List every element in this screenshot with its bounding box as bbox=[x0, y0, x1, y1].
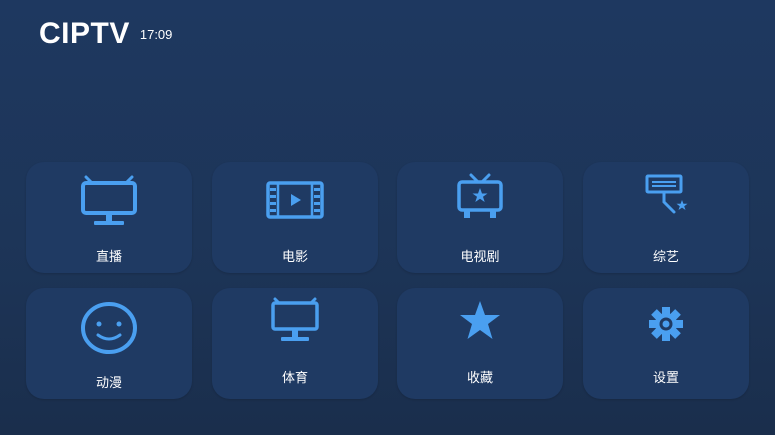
tile-label: 电视剧 bbox=[460, 250, 500, 265]
gear-icon bbox=[583, 306, 749, 342]
tile-label: 动漫 bbox=[95, 376, 122, 391]
app-title: CIPTV bbox=[39, 17, 130, 50]
header: CIPTV 17:09 bbox=[39, 14, 172, 49]
monitor-icon bbox=[212, 297, 378, 345]
clock: 17:09 bbox=[139, 27, 173, 42]
tile-label: 收藏 bbox=[466, 371, 493, 386]
tile-sports[interactable]: 体育 bbox=[212, 288, 378, 399]
star-icon bbox=[397, 300, 563, 340]
tile-favorites[interactable]: 收藏 bbox=[397, 288, 563, 399]
tile-tv-series[interactable]: 电视剧 bbox=[397, 162, 563, 273]
tile-label: 体育 bbox=[281, 371, 308, 386]
tile-label: 直播 bbox=[95, 250, 122, 265]
film-icon bbox=[212, 181, 378, 219]
smiley-icon bbox=[26, 300, 192, 356]
tile-settings[interactable]: 设置 bbox=[583, 288, 749, 399]
spotlight-icon bbox=[583, 174, 749, 218]
tile-label: 综艺 bbox=[652, 250, 679, 265]
tv-icon bbox=[26, 175, 192, 229]
tv-star-icon bbox=[397, 173, 563, 221]
tile-anime[interactable]: 动漫 bbox=[26, 288, 192, 399]
tile-label: 电影 bbox=[281, 250, 308, 265]
tile-movies[interactable]: 电影 bbox=[212, 162, 378, 273]
tile-variety[interactable]: 综艺 bbox=[583, 162, 749, 273]
tile-label: 设置 bbox=[652, 371, 679, 386]
tile-live[interactable]: 直播 bbox=[26, 162, 192, 273]
